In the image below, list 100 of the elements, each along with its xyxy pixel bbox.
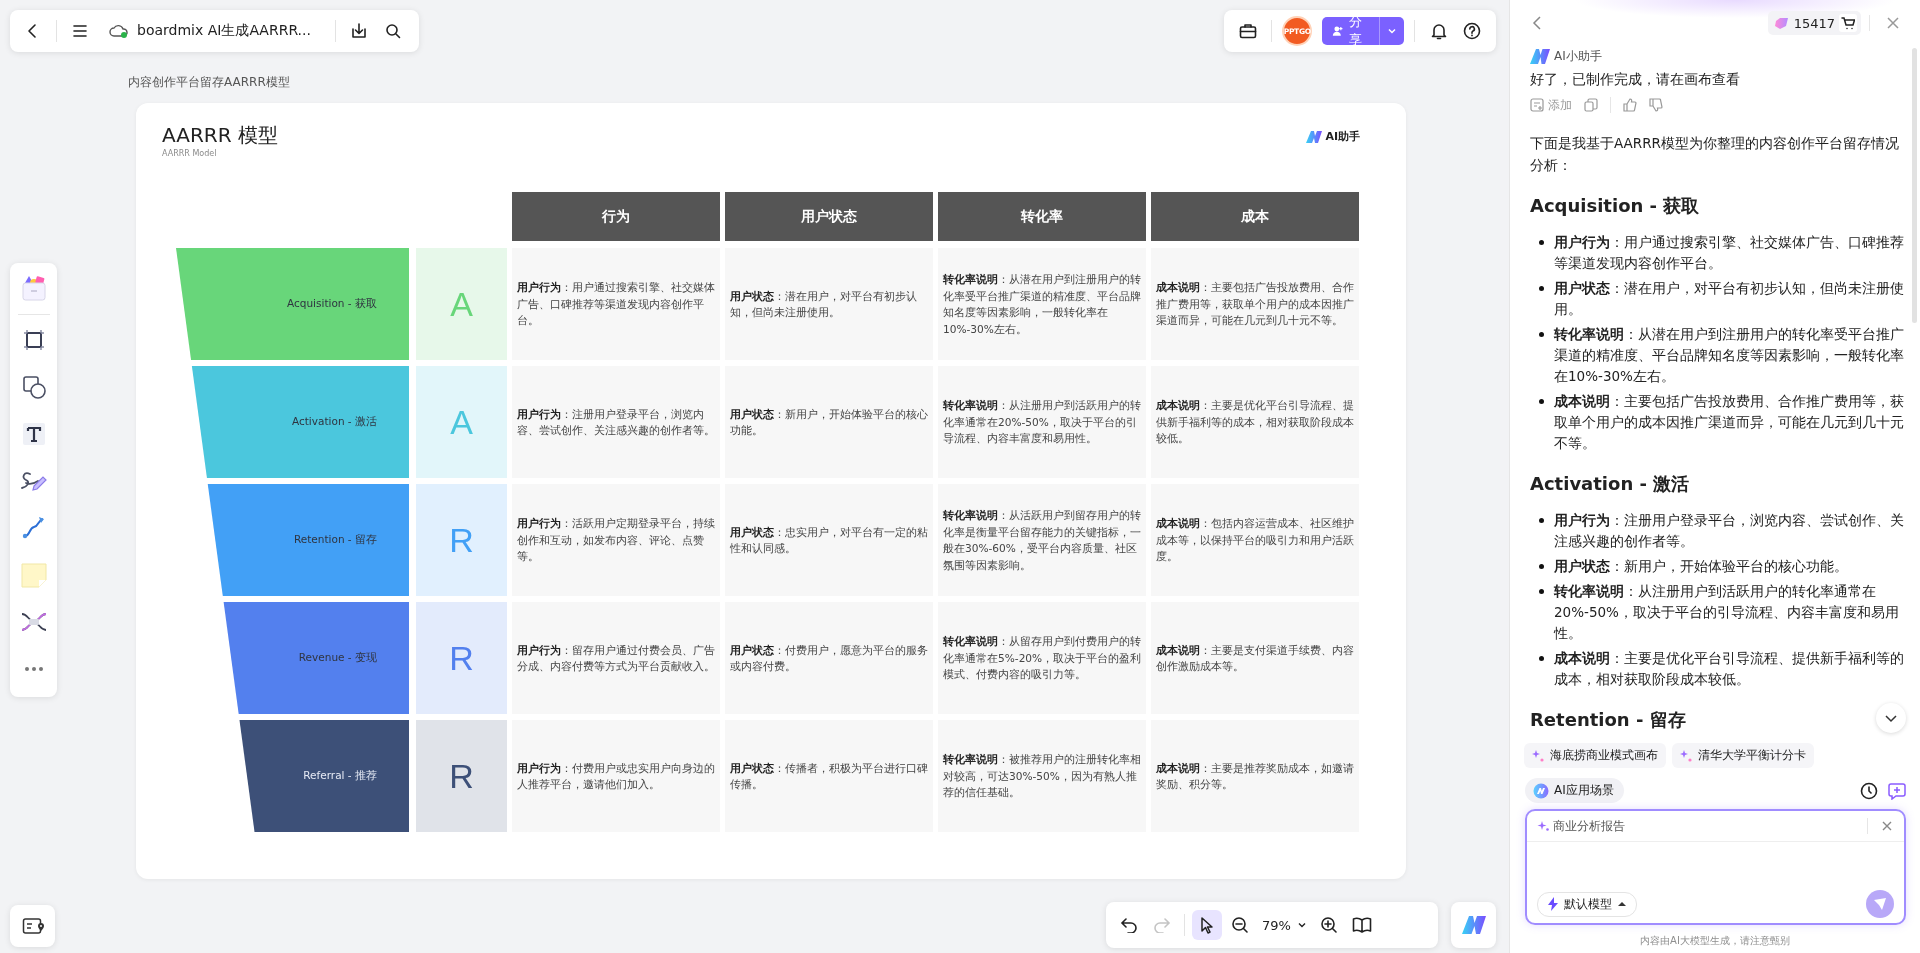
prompt-tag: 商业分析报告	[1553, 817, 1625, 835]
text-icon	[20, 421, 47, 447]
sparkle-icon	[1680, 749, 1692, 762]
gem-icon	[1773, 17, 1790, 29]
table-cell: 转化率说明：从注册用户到活跃用户的转化率通常在20%-50%，取决于平台的引导流程、内容丰富度和易用性。	[938, 366, 1146, 478]
redo-icon	[1153, 917, 1171, 933]
ai-logo-icon	[1306, 130, 1323, 143]
back-icon	[1531, 15, 1543, 31]
table-cell: 成本说明：主要是支付渠道手续费、内容创作激励成本等。	[1151, 602, 1359, 714]
bullet-dot	[1539, 399, 1544, 404]
send-icon	[1873, 897, 1887, 911]
table-cell: 用户状态：忠实用户，对平台有一定的粘性和认同感。	[725, 484, 933, 596]
bullet-text: 成本说明：主要包括广告投放费用、合作推广费用等，获取单个用户的成本因推广渠道而异，可能在几元到几十元不等。	[1554, 392, 1904, 453]
table-cell: 成本说明：主要是优化平台引导流程、提供新手福利等的成本，相对获取阶段成本较低。	[1151, 366, 1359, 478]
table-cell: 成本说明：主要是推荐奖励成本，如邀请奖励、积分等。	[1151, 720, 1359, 832]
section-heading: Activation - 激活	[1530, 472, 1690, 496]
bullet-dot	[1539, 589, 1544, 594]
column-header: 用户状态	[725, 192, 933, 241]
ai-logo-icon	[1530, 49, 1550, 64]
bullet-text: 转化率说明：从注册用户到活跃用户的转化率通常在20%-50%，取决于平台的引导流程、内容丰富度和易用性。	[1554, 582, 1900, 643]
suggestion-chip[interactable]: 清华大学平衡计分卡	[1672, 743, 1814, 768]
document-title[interactable]: boardmix AI生成AARRR...	[137, 22, 311, 40]
ai-scene-icon	[1533, 782, 1549, 799]
download-icon	[350, 22, 368, 40]
bullet-dot	[1539, 518, 1544, 523]
map-card-icon	[21, 917, 44, 935]
caret-up-icon	[1618, 901, 1626, 907]
stage-label: Activation - 激活	[291, 415, 377, 429]
bullet-dot	[1539, 332, 1544, 337]
bullet-text: 用户行为：用户通过搜索引擎、社交媒体广告、口碑推荐等渠道发现内容创作平台。	[1554, 233, 1904, 273]
bullet-text: 用户状态：新用户，开始体验平台的核心功能。	[1554, 557, 1848, 576]
bullet-dot	[1539, 564, 1544, 569]
help-icon	[1463, 22, 1482, 40]
disclaimer-text: 内容由AI大模型生成，请注意甄别	[1639, 934, 1791, 948]
undo-icon	[1120, 917, 1138, 933]
stage-letter: R	[416, 602, 507, 714]
search-icon	[385, 23, 401, 39]
stage-letter: R	[416, 720, 507, 832]
zoom-in-icon	[1319, 916, 1338, 934]
chat-input-field[interactable]: 商业分析报告 默认模型	[1525, 809, 1906, 925]
scroll-down-button[interactable]	[1876, 703, 1906, 733]
bullet-dot	[1539, 656, 1544, 661]
menu-icon	[72, 23, 88, 39]
caret-icon	[1296, 920, 1307, 930]
new-chat-icon	[1888, 781, 1906, 800]
table-cell: 成本说明：主要包括广告投放费用、合作推广费用等，获取单个用户的成本因推广渠道而异，可能在几元到几十元不等。	[1151, 248, 1359, 360]
column-header: 行为	[512, 192, 720, 241]
board-title: AARRR 模型	[162, 123, 278, 147]
table-cell: 用户状态：传播者，积极为平台进行口碑传播。	[725, 720, 933, 832]
briefcase-icon	[1238, 23, 1257, 39]
suggestion-chip[interactable]: 海底捞商业模式画布	[1524, 743, 1666, 768]
shape-icon	[20, 374, 47, 400]
minimap-button[interactable]	[10, 905, 55, 947]
cart-icon	[1841, 16, 1855, 30]
credits-badge[interactable]: 15417	[1767, 11, 1861, 35]
board-subtitle: AARRR Model	[162, 149, 218, 158]
lightning-icon	[1548, 897, 1558, 911]
close-icon	[1886, 16, 1900, 30]
add-to-board-icon	[1530, 98, 1544, 112]
clock-icon	[1860, 781, 1878, 800]
model-selector[interactable]: 默认模型	[1537, 891, 1637, 917]
sparkle-icon	[1537, 820, 1549, 832]
user-add-icon	[1332, 24, 1344, 38]
bullet-text: 成本说明：主要是优化平台引导流程、提供新手福利等的成本，相对获取阶段成本较低。	[1554, 649, 1904, 689]
table-cell: 用户行为：注册用户登录平台，浏览内容、尝试创作、关注感兴趣的创作者等。	[512, 366, 720, 478]
copy-icon	[1584, 98, 1598, 112]
table-cell: 转化率说明：从留存用户到付费用户的转化率通常在5%-20%，取决于平台的盈利模式、付费内容的吸引力等。	[938, 602, 1146, 714]
more-icon	[23, 666, 44, 672]
assistant-name: AI小助手	[1554, 48, 1602, 65]
book-icon	[1351, 917, 1372, 933]
ai-assistant-button[interactable]	[1451, 902, 1496, 948]
pointer-icon	[1199, 916, 1215, 934]
table-cell: 用户行为：留存用户通过付费会员、广告分成、内容付费等方式为平台贡献收入。	[512, 602, 720, 714]
table-cell: 转化率说明：被推荐用户的注册转化率相对较高，可达30%-50%，因为有熟人推荐的信任基础。	[938, 720, 1146, 832]
zoom-dropdown[interactable]: 79%	[1258, 917, 1311, 933]
stage-label: Referral - 推荐	[303, 769, 377, 783]
section-heading: Acquisition - 获取	[1530, 194, 1700, 218]
assistant-message: 好了，已制作完成，请在画布查看	[1530, 71, 1741, 89]
bullet-dot	[1539, 286, 1544, 291]
stage-letter: A	[416, 366, 507, 478]
stage-label: Retention - 留存	[293, 533, 377, 547]
share-button[interactable]: 分享	[1322, 17, 1405, 45]
board-name-label: 内容创作平台留存AARRR模型	[128, 74, 291, 91]
stage-letter: R	[416, 484, 507, 596]
cloud-icon	[109, 23, 129, 39]
table-cell: 转化率说明：从活跃用户到留存用户的转化率是衡量平台留存能力的关键指标，一般在30%-60%，受平台内容质量、社区氛围等因素影响。	[938, 484, 1146, 596]
bullet-dot	[1539, 240, 1544, 245]
scrollbar[interactable]	[1912, 48, 1917, 323]
stage-letter: A	[416, 248, 507, 360]
table-cell: 用户行为：用户通过搜索引擎、社交媒体广告、口碑推荐等渠道发现内容创作平台。	[512, 248, 720, 360]
bullet-text: 转化率说明：从潜在用户到注册用户的转化率受平台推广渠道的精准度、平台品牌知名度等因素影响，一般转化率在10%-30%左右。	[1554, 325, 1904, 386]
zoom-out-icon	[1231, 916, 1249, 934]
bell-icon	[1430, 22, 1447, 40]
bullet-text: 用户行为：注册用户登录平台，浏览内容、尝试创作、关注感兴趣的创作者等。	[1554, 511, 1904, 551]
table-cell: 转化率说明：从潜在用户到注册用户的转化率受平台推广渠道的精准度、平台品牌知名度等因素影响，一般转化率在10%-30%左右。	[938, 248, 1146, 360]
pointer-tool-button[interactable]	[1192, 910, 1222, 940]
table-cell: 用户状态：新用户，开始体验平台的核心功能。	[725, 366, 933, 478]
scene-button[interactable]: AI应用场景	[1525, 778, 1624, 803]
connector-icon	[20, 515, 47, 541]
sparkle-icon	[1532, 749, 1544, 762]
